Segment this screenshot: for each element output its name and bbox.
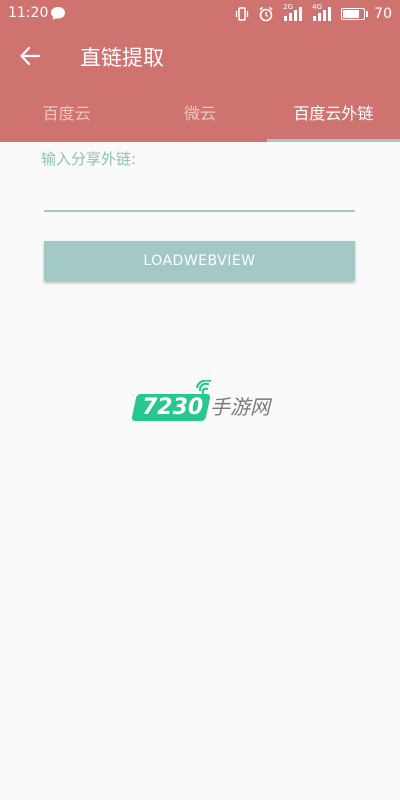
watermark-logo: 7230 手游网 <box>131 380 282 426</box>
battery-icon <box>341 8 369 20</box>
status-icons: 2G 4G 70 <box>235 3 392 23</box>
battery-level: 70 <box>374 6 392 22</box>
status-bar: 11:20 2G 4G 70 <box>0 0 400 28</box>
load-webview-button[interactable]: LOADWEBVIEW <box>44 241 355 281</box>
back-button[interactable] <box>14 40 46 72</box>
tab-weiyun[interactable]: 微云 <box>133 90 266 142</box>
app-header: 11:20 2G 4G 70 直链提取 百度云 微云 百度云外链 <box>0 0 400 142</box>
status-time: 11:20 <box>8 5 49 21</box>
tab-baidu-external-link[interactable]: 百度云外链 <box>266 90 400 142</box>
signal-icon: 4G <box>312 3 332 21</box>
watermark-number: 7230 <box>142 395 204 420</box>
chat-icon <box>51 7 65 20</box>
toolbar: 直链提取 <box>0 28 400 84</box>
page-title: 直链提取 <box>80 46 164 70</box>
tab-baidu-cloud[interactable]: 百度云 <box>0 90 133 142</box>
share-link-label: 输入分享外链: <box>41 150 137 168</box>
signal-icon: 2G <box>283 3 303 21</box>
share-link-input[interactable] <box>44 182 355 212</box>
alarm-icon <box>259 6 273 22</box>
vibrate-icon <box>236 7 249 21</box>
watermark-text: 手游网 <box>210 395 270 419</box>
arrow-left-icon <box>20 46 41 66</box>
tab-bar: 百度云 微云 百度云外链 <box>0 90 400 142</box>
